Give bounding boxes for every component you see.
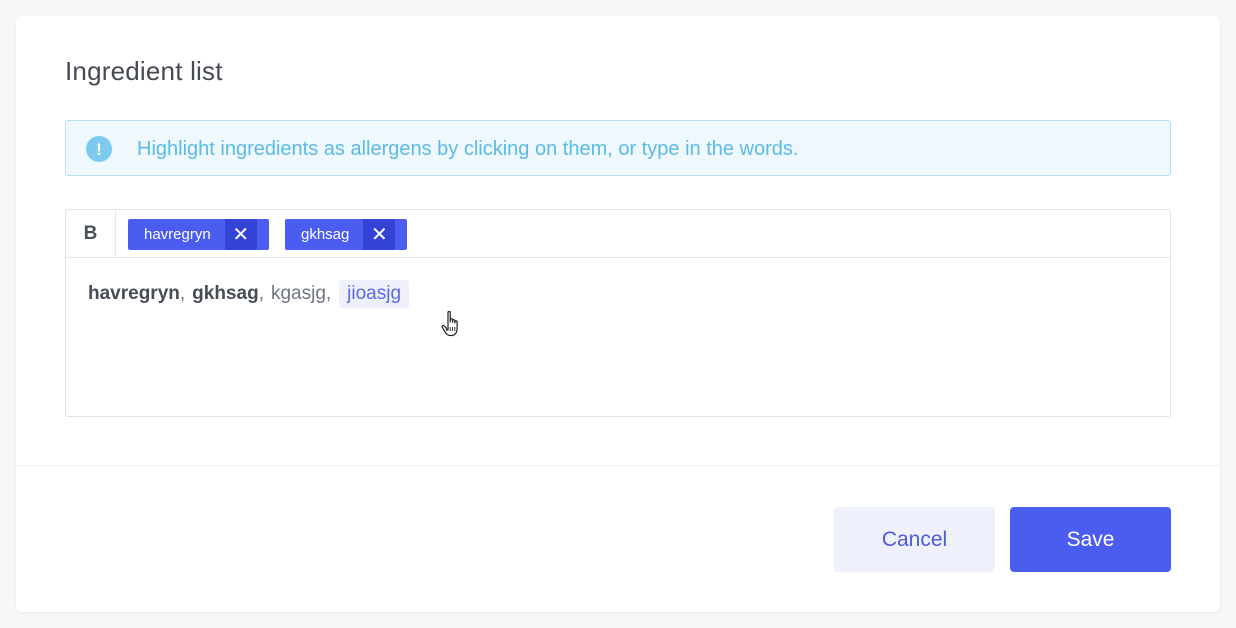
- save-button[interactable]: Save: [1010, 507, 1171, 572]
- dialog-title: Ingredient list: [65, 56, 223, 86]
- ingredient-word-hovered[interactable]: jioasjg: [339, 280, 410, 308]
- close-icon[interactable]: ✕: [363, 219, 396, 250]
- info-text: Highlight ingredients as allergens by cl…: [137, 138, 799, 160]
- close-icon[interactable]: ✕: [224, 219, 257, 250]
- separator: ,: [325, 283, 332, 304]
- allergen-tag-label: havregryn: [144, 226, 211, 243]
- allergen-tag-label: gkhsag: [301, 226, 350, 243]
- allergen-tag: gkhsag ✕: [285, 219, 407, 250]
- bold-button[interactable]: B: [66, 210, 116, 258]
- separator: ,: [179, 283, 186, 304]
- ingredient-word[interactable]: havregryn: [88, 283, 180, 305]
- allergen-tag: havregryn ✕: [128, 219, 269, 250]
- dialog-body: Ingredient list ! Highlight ingredients …: [16, 16, 1220, 466]
- info-circle-icon: !: [86, 136, 112, 162]
- info-alert: ! Highlight ingredients as allergens by …: [65, 120, 1171, 176]
- ingredient-word[interactable]: gkhsag: [192, 283, 259, 305]
- editor-toolbar: B havregryn ✕ gkhsag ✕: [66, 210, 1170, 258]
- ingredient-word[interactable]: kgasjg: [271, 283, 326, 305]
- hand-pointer-icon: [441, 310, 458, 337]
- ingredient-editor[interactable]: B havregryn ✕ gkhsag ✕ havregryn, gkhsag…: [65, 209, 1171, 417]
- ingredient-text: havregryn, gkhsag, kgasjg, jioasjg: [88, 280, 458, 337]
- ingredient-dialog: Ingredient list ! Highlight ingredients …: [16, 16, 1220, 612]
- dialog-footer: Cancel Save: [16, 467, 1220, 612]
- separator: ,: [258, 283, 264, 304]
- cancel-button[interactable]: Cancel: [834, 507, 995, 572]
